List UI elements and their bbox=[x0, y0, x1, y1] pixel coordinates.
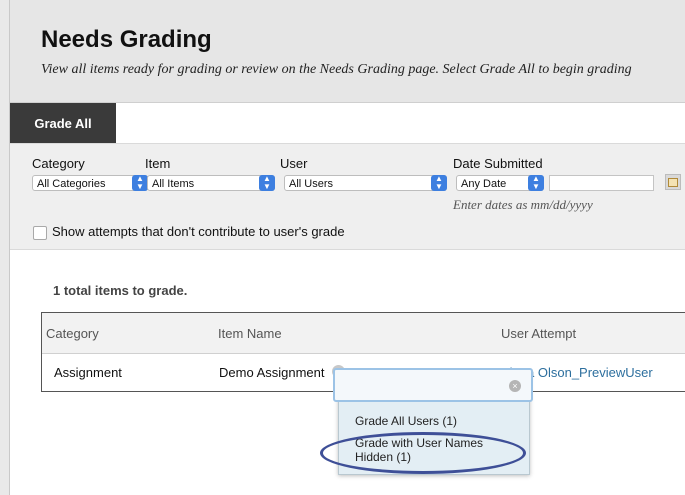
date-filter-label: Date Submitted bbox=[453, 156, 543, 171]
user-select-value: All Users bbox=[289, 178, 334, 190]
context-menu-header: × bbox=[333, 368, 533, 402]
page-title: Needs Grading bbox=[41, 26, 212, 53]
date-select-value: Any Date bbox=[461, 178, 507, 190]
category-select[interactable]: All Categories ▲ ▼ bbox=[32, 175, 148, 191]
date-input[interactable] bbox=[549, 175, 654, 191]
user-select[interactable]: All Users ▲ ▼ bbox=[284, 175, 447, 191]
show-attempts-checkbox[interactable] bbox=[33, 226, 47, 240]
action-bar: Grade All bbox=[10, 103, 685, 143]
close-icon[interactable]: × bbox=[509, 380, 521, 392]
calendar-icon[interactable] bbox=[665, 174, 681, 190]
page-frame: Needs Grading View all items ready for g… bbox=[9, 0, 685, 495]
grade-all-button[interactable]: Grade All bbox=[10, 103, 116, 143]
category-filter-label: Category bbox=[32, 156, 85, 171]
chevron-up-down-icon: ▲ ▼ bbox=[528, 175, 544, 191]
chevron-up-down-icon: ▲ ▼ bbox=[132, 175, 148, 191]
item-select-value: All Items bbox=[152, 178, 195, 190]
column-header-user-attempt[interactable]: User Attempt bbox=[501, 326, 576, 341]
chevron-up-down-icon: ▲ ▼ bbox=[259, 175, 275, 191]
date-format-hint: Enter dates as mm/dd/yyyy bbox=[453, 197, 593, 212]
column-header-category[interactable]: Category bbox=[46, 326, 99, 341]
row-item-name[interactable]: Demo Assignment bbox=[219, 365, 325, 380]
item-context-menu: × Grade All Users (1) Grade with User Na… bbox=[333, 368, 533, 475]
category-select-value: All Categories bbox=[37, 178, 106, 190]
item-select[interactable]: All Items ▲ ▼ bbox=[147, 175, 275, 191]
column-header-item-name[interactable]: Item Name bbox=[218, 326, 282, 341]
show-attempts-label: Show attempts that don't contribute to u… bbox=[52, 224, 345, 239]
page-subtitle: View all items ready for grading or revi… bbox=[41, 62, 632, 77]
menu-item-grade-names-hidden[interactable]: Grade with User Names Hidden (1) bbox=[355, 436, 505, 464]
page-header: Needs Grading View all items ready for g… bbox=[10, 0, 685, 103]
total-items-count: 1 total items to grade. bbox=[53, 283, 188, 298]
date-select[interactable]: Any Date ▲ ▼ bbox=[456, 175, 544, 191]
user-filter-label: User bbox=[280, 156, 308, 171]
chevron-up-down-icon: ▲ ▼ bbox=[431, 175, 447, 191]
menu-item-grade-all-users[interactable]: Grade All Users (1) bbox=[355, 414, 457, 428]
filter-bar: Category All Categories ▲ ▼ Item All Item… bbox=[10, 143, 685, 250]
table-header: Category Item Name User Attempt bbox=[42, 313, 685, 354]
item-filter-label: Item bbox=[145, 156, 171, 171]
row-category: Assignment bbox=[54, 365, 122, 380]
